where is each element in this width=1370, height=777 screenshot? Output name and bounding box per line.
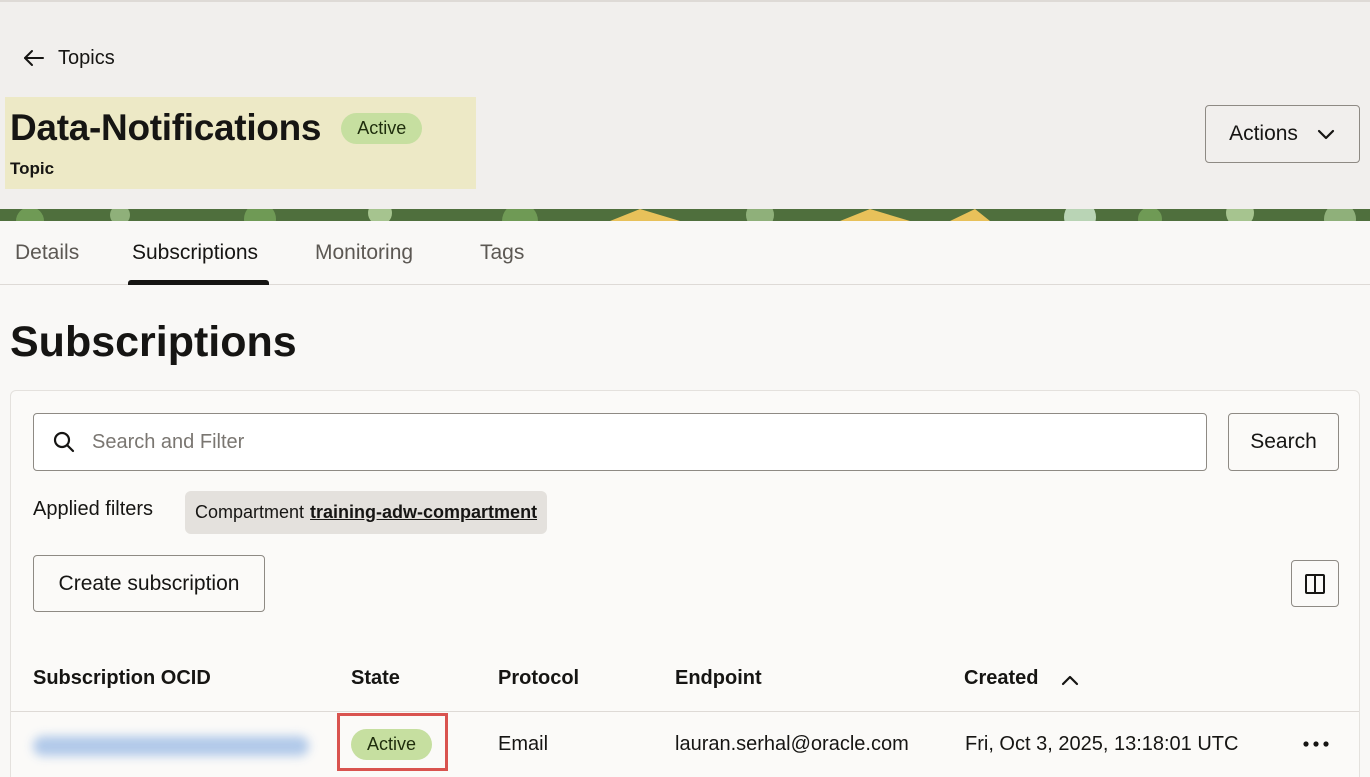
back-to-topics-link[interactable]: Topics [22,46,115,70]
row-actions-button[interactable] [1301,729,1331,759]
search-button[interactable]: Search [1228,413,1339,471]
search-icon [53,431,75,453]
subscriptions-panel: Search Applied filters Compartment train… [10,390,1360,777]
manage-columns-button[interactable] [1291,560,1339,607]
section-title: Subscriptions [10,318,297,366]
arrow-left-icon [24,50,44,66]
page-title: Data-Notifications [10,107,322,148]
actions-menu-button[interactable]: Actions [1205,105,1360,163]
page-header: Topics Data-Notifications Active Topic A… [0,0,1370,210]
active-tab-indicator [128,280,269,285]
applied-filters-label: Applied filters [33,498,154,520]
created-cell: Fri, Oct 3, 2025, 13:18:01 UTC [965,733,1239,755]
subscription-ocid-link[interactable] [33,736,309,756]
more-horizontal-icon [1303,741,1329,747]
endpoint-cell: lauran.serhal@oracle.com [675,733,909,755]
chevron-down-icon [1317,129,1335,140]
compartment-filter-chip[interactable]: Compartment training-adw-compartment [185,491,548,534]
column-header-ocid[interactable]: Subscription OCID [33,667,211,690]
actions-label: Actions [1229,122,1298,145]
title-block: Data-Notifications Active Topic [5,97,476,189]
filter-chip-key: Compartment [195,502,305,522]
decorative-banner [0,209,1370,221]
column-header-protocol[interactable]: Protocol [498,667,579,690]
page-subtitle: Topic [10,159,55,178]
state-badge: Active [351,729,433,760]
column-header-created[interactable]: Created [964,667,1038,690]
table-header-divider [11,711,1359,712]
search-field[interactable] [33,413,1207,471]
tab-details[interactable]: Details [15,241,79,265]
column-header-endpoint[interactable]: Endpoint [675,667,762,690]
back-link-label: Topics [58,46,115,69]
filter-chip-value[interactable]: training-adw-compartment [310,502,537,523]
status-badge: Active [341,112,423,144]
tab-bar: Details Subscriptions Monitoring Tags [0,221,1370,285]
tab-tags[interactable]: Tags [480,241,524,265]
sort-ascending-icon[interactable] [1059,669,1081,691]
protocol-cell: Email [498,733,549,755]
columns-icon [1305,573,1325,594]
search-input[interactable] [92,430,1092,454]
column-header-state[interactable]: State [351,667,400,690]
tab-subscriptions[interactable]: Subscriptions [132,241,258,265]
create-subscription-button[interactable]: Create subscription [33,555,265,612]
tab-monitoring[interactable]: Monitoring [315,241,413,265]
